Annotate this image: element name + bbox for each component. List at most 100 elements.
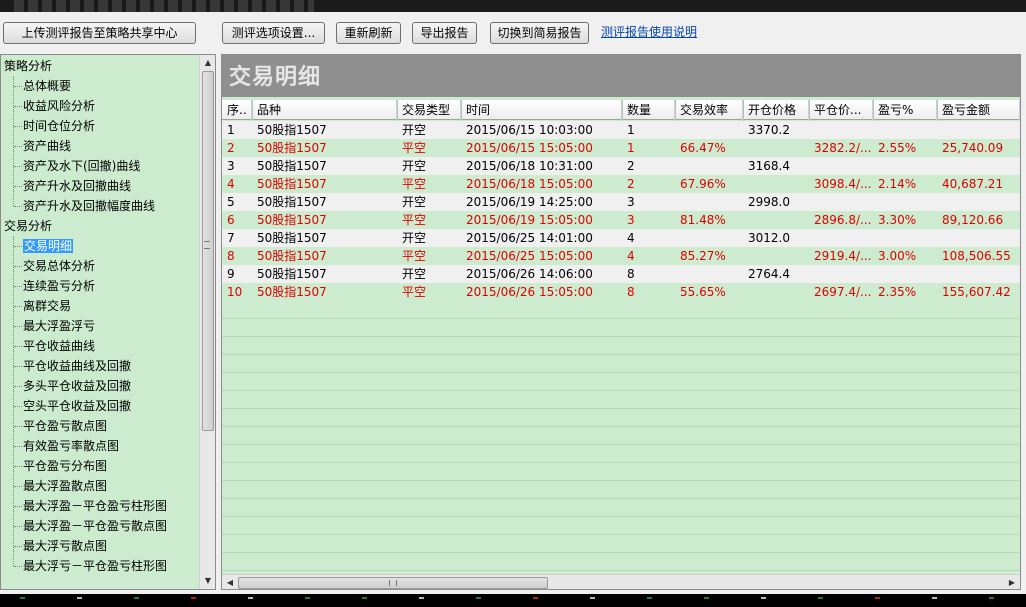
tree-connector bbox=[14, 386, 22, 387]
tree-group-group2[interactable]: 交易分析 bbox=[4, 216, 52, 236]
table-cell: 85.27% bbox=[680, 249, 726, 263]
tree-item[interactable]: 交易明细 bbox=[23, 236, 74, 256]
table-row[interactable]: 4 50股指1507 平空 2015/06/18 15:05:00 2 67.96% 309… bbox=[222, 175, 1020, 193]
tree-item[interactable]: 平仓盈亏散点图 bbox=[23, 416, 107, 436]
column-header[interactable]: 数量 bbox=[622, 100, 675, 120]
tree-item[interactable]: 有效盈亏率散点图 bbox=[23, 436, 119, 456]
tree-item[interactable]: 最大浮盈－平仓盈亏柱形图 bbox=[23, 496, 167, 516]
table-cell: 10 bbox=[227, 285, 243, 299]
table-cell: 1 bbox=[627, 123, 635, 137]
tree-item[interactable]: 最大浮亏－平仓盈亏柱形图 bbox=[23, 556, 167, 576]
scroll-left-icon[interactable]: ◀ bbox=[222, 575, 238, 589]
table-cell: 2998.0 bbox=[748, 195, 790, 209]
table-cell bbox=[809, 229, 873, 247]
table-cell: 2015/06/19 14:25:00 bbox=[466, 195, 593, 209]
table-row[interactable]: 8 50股指1507 平空 2015/06/25 15:05:00 4 85.27% 291… bbox=[222, 247, 1020, 265]
tree-item[interactable]: 平仓收益曲线 bbox=[23, 336, 95, 356]
status-tick bbox=[989, 597, 994, 599]
column-header[interactable]: 交易效率 bbox=[675, 100, 743, 120]
tree-item[interactable]: 离群交易 bbox=[23, 296, 71, 316]
table-horizontal-scrollbar[interactable]: ◀ ▶ bbox=[222, 574, 1020, 589]
status-tick bbox=[476, 597, 481, 599]
table-cell: 6 bbox=[227, 213, 235, 227]
table-cell: 2015/06/26 15:05:00 bbox=[466, 285, 593, 299]
status-tick bbox=[191, 597, 196, 599]
table-cell: 平空 bbox=[402, 141, 427, 155]
table-row[interactable]: 5 50股指1507 开空 2015/06/19 14:25:00 3 2998.0 bbox=[222, 193, 1020, 211]
tree-item[interactable]: 交易总体分析 bbox=[23, 256, 95, 276]
column-header[interactable]: 盈亏金额 bbox=[937, 100, 1020, 120]
table-row[interactable]: 3 50股指1507 开空 2015/06/18 10:31:00 2 3168.4 bbox=[222, 157, 1020, 175]
table-cell: 8 bbox=[627, 267, 635, 281]
tree-group-group1[interactable]: 策略分析 bbox=[4, 56, 52, 76]
column-header[interactable]: 序.. bbox=[222, 100, 252, 120]
table-cell: 2 bbox=[227, 141, 235, 155]
tree-connector bbox=[14, 406, 22, 407]
table-row[interactable]: 2 50股指1507 平空 2015/06/15 15:05:00 1 66.47% 328… bbox=[222, 139, 1020, 157]
export-button[interactable]: 导出报告 bbox=[412, 22, 477, 44]
page-title: 交易明细 bbox=[229, 64, 322, 90]
tree-item[interactable]: 总体概要 bbox=[23, 76, 71, 96]
tree-vertical-scrollbar[interactable]: ▲ ▼ bbox=[199, 55, 215, 589]
status-tick bbox=[704, 597, 709, 599]
tree-item[interactable]: 多头平仓收益及回撤 bbox=[23, 376, 131, 396]
refresh-button[interactable]: 重新刷新 bbox=[336, 22, 401, 44]
table-cell: 8 bbox=[227, 249, 235, 263]
tree-item[interactable]: 资产曲线 bbox=[23, 136, 71, 156]
column-header[interactable]: 盈亏% bbox=[873, 100, 937, 120]
table-row[interactable]: 9 50股指1507 开空 2015/06/26 14:06:00 8 2764.4 bbox=[222, 265, 1020, 283]
tree-item[interactable]: 最大浮盈浮亏 bbox=[23, 316, 95, 336]
tree-item[interactable]: 资产及水下(回撤)曲线 bbox=[23, 156, 140, 176]
tree-item[interactable]: 资产升水及回撤幅度曲线 bbox=[23, 196, 155, 216]
table-header: 序.. 品种 交易类型 时间 数量 交易效率 开仓价格 平仓价... 盈亏% 盈亏金额 bbox=[222, 100, 1020, 120]
content-banner: 交易明细 bbox=[222, 55, 1020, 97]
tree-item[interactable]: 时间仓位分析 bbox=[23, 116, 95, 136]
table-cell: 开空 bbox=[402, 231, 427, 245]
tree-item[interactable]: 连续盈亏分析 bbox=[23, 276, 95, 296]
table-row[interactable]: 6 50股指1507 平空 2015/06/19 15:05:00 3 81.48% 289… bbox=[222, 211, 1020, 229]
scroll-right-icon[interactable]: ▶ bbox=[1004, 575, 1020, 589]
table-cell: 2015/06/15 15:05:00 bbox=[466, 141, 593, 155]
column-header[interactable]: 平仓价... bbox=[809, 100, 873, 120]
table-cell: 4 bbox=[627, 249, 635, 263]
status-tick bbox=[590, 597, 595, 599]
settings-button[interactable]: 测评选项设置... bbox=[222, 22, 325, 44]
tree-connector bbox=[14, 106, 22, 107]
switch-simple-report-button[interactable]: 切换到简易报告 bbox=[490, 22, 589, 44]
tree-item-label: 交易明细 bbox=[23, 239, 74, 253]
scroll-up-icon[interactable]: ▲ bbox=[200, 55, 215, 71]
tree-item-label: 平仓盈亏分布图 bbox=[23, 459, 108, 473]
status-tick bbox=[875, 597, 880, 599]
tree-item[interactable]: 空头平仓收益及回撤 bbox=[23, 396, 131, 416]
tree-item[interactable]: 最大浮盈散点图 bbox=[23, 476, 107, 496]
table-cell: 4 bbox=[627, 231, 635, 245]
upload-report-button[interactable]: 上传测评报告至策略共享中心 bbox=[3, 22, 196, 44]
tree-item[interactable]: 平仓盈亏分布图 bbox=[23, 456, 107, 476]
tree-item[interactable]: 最大浮亏散点图 bbox=[23, 536, 107, 556]
column-header[interactable]: 品种 bbox=[252, 100, 397, 120]
tree-connector bbox=[13, 236, 14, 566]
tree-connector bbox=[14, 246, 22, 247]
scroll-down-icon[interactable]: ▼ bbox=[200, 573, 215, 589]
column-header[interactable]: 时间 bbox=[461, 100, 622, 120]
column-header[interactable]: 交易类型 bbox=[397, 100, 461, 120]
tree-item[interactable]: 平仓收益曲线及回撤 bbox=[23, 356, 131, 376]
table-row[interactable]: 7 50股指1507 开空 2015/06/25 14:01:00 4 3012.0 bbox=[222, 229, 1020, 247]
table-row[interactable]: 10 50股指1507 平空 2015/06/26 15:05:00 8 55.65% 26… bbox=[222, 283, 1020, 301]
table-cell: 2697.4/... bbox=[814, 285, 872, 299]
tree-item[interactable]: 收益风险分析 bbox=[23, 96, 95, 116]
status-tick bbox=[818, 597, 823, 599]
table-cell: 3 bbox=[227, 159, 235, 173]
help-link[interactable]: 测评报告使用说明 bbox=[601, 22, 697, 42]
tree-item[interactable]: 最大浮盈－平仓盈亏散点图 bbox=[23, 516, 167, 536]
column-header[interactable]: 开仓价格 bbox=[743, 100, 809, 120]
table-cell: 开空 bbox=[402, 195, 427, 209]
tree-scroll-thumb[interactable] bbox=[202, 71, 214, 431]
tree-item[interactable]: 资产升水及回撤曲线 bbox=[23, 176, 131, 196]
table-cell bbox=[937, 229, 1020, 247]
tree-connector bbox=[14, 506, 22, 507]
table-row[interactable]: 1 50股指1507 开空 2015/06/15 10:03:00 1 3370.2 bbox=[222, 121, 1020, 139]
table-scroll-thumb[interactable] bbox=[238, 577, 548, 589]
tree-connector bbox=[14, 366, 22, 367]
tree-connector bbox=[14, 346, 22, 347]
